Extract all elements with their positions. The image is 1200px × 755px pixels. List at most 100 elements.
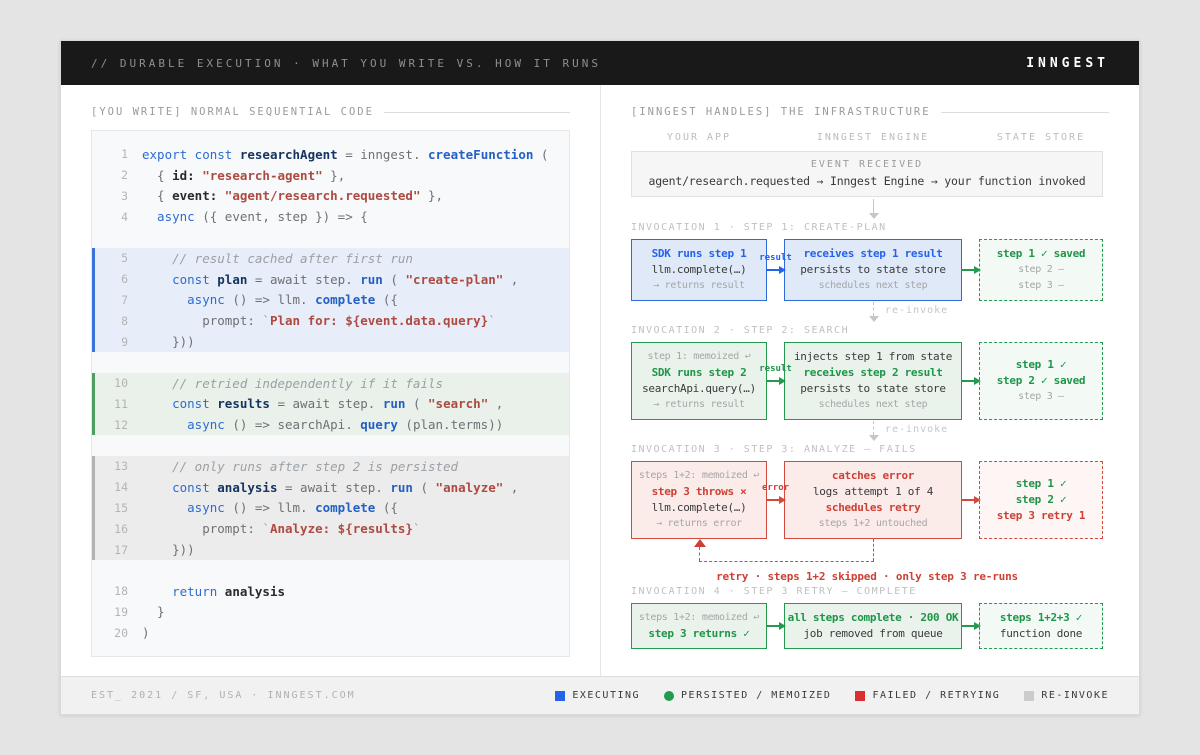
state-box-line: function done <box>982 627 1100 641</box>
app-box: step 1: memoized ↩ SDK runs step 2 searchA… <box>631 342 767 420</box>
state-box: steps 1+2+3 ✓function done <box>979 603 1103 649</box>
header-subtitle: // DURABLE EXECUTION · WHAT YOU WRITE VS… <box>91 57 601 70</box>
code-token: analysis <box>217 480 277 495</box>
code-token: run <box>353 272 391 287</box>
state-box-line: step 1 ✓ <box>982 358 1100 372</box>
line-number: 10 <box>92 376 128 390</box>
legend-swatch-icon <box>855 691 865 701</box>
engine-box-line: schedules next step <box>787 279 959 293</box>
code-text: async ({ event, step }) => { <box>142 209 368 224</box>
code-token: createFunction <box>420 147 540 162</box>
line-number: 6 <box>92 272 128 286</box>
code-token: // only runs after step 2 is persisted <box>142 459 458 474</box>
code-token: Plan for: ${event.data.query} <box>270 313 488 328</box>
code-token: , <box>503 272 518 287</box>
engine-box-line: persists to state store <box>787 263 959 277</box>
flow-arrow-label: result <box>759 253 792 263</box>
code-token: researchAgent <box>240 147 338 162</box>
invocation-row: SDK runs step 1llm.complete(…)→ returns … <box>631 239 1103 301</box>
app-box-line: step 1: memoized ↩ <box>634 350 764 364</box>
code-line <box>92 227 569 248</box>
inngest-logo: INNGEST <box>1026 56 1109 71</box>
retry-line-up <box>699 547 700 561</box>
code-token: analysis <box>225 584 285 599</box>
code-token: "agent/research.requested" <box>225 188 421 203</box>
code-token: ( <box>390 272 405 287</box>
code-token: const <box>142 396 217 411</box>
code-token: ( <box>541 147 549 162</box>
engine-box: injects step 1 from statereceives step 2… <box>784 342 962 420</box>
event-box: EVENT RECEIVED agent/research.requested … <box>631 151 1103 197</box>
code-token: = inngest. <box>338 147 421 162</box>
app-box: SDK runs step 1llm.complete(…)→ returns … <box>631 239 767 301</box>
code-token: () => llm. <box>232 500 307 515</box>
code-token: { <box>142 168 172 183</box>
code-text: })) <box>142 542 195 557</box>
code-token: // retried independently if it fails <box>142 376 443 391</box>
invocation-row: step 1: memoized ↩ SDK runs step 2 searchA… <box>631 342 1103 420</box>
footer: EST_ 2021 / SF, USA · INNGEST.COM EXECUT… <box>61 676 1139 714</box>
code-text: return analysis <box>142 584 285 599</box>
code-token: async <box>142 500 232 515</box>
code-token: ` <box>488 313 496 328</box>
engine-box-line: receives step 1 result <box>787 247 959 261</box>
column-state-store: STATE STORE <box>979 132 1103 143</box>
engine-box-line: job removed from queue <box>787 627 959 641</box>
line-number: 14 <box>92 480 128 494</box>
poster-card: // DURABLE EXECUTION · WHAT YOU WRITE VS… <box>60 40 1140 715</box>
app-box-line: step 3 throws × <box>634 485 764 499</box>
line-number: 18 <box>92 584 128 598</box>
code-text: const plan = await step. run ( "create-p… <box>142 272 518 287</box>
line-number: 5 <box>92 251 128 265</box>
code-token: } <box>142 604 165 619</box>
engine-box-line: catches error <box>787 469 959 483</box>
code-text: const analysis = await step. run ( "anal… <box>142 480 518 495</box>
code-token: "search" <box>428 396 488 411</box>
retry-line-across <box>699 561 874 562</box>
code-block: 1export const researchAgent = inngest. c… <box>92 144 569 643</box>
app-box-line: searchApi.query(…) <box>634 382 764 396</box>
code-token: return <box>142 584 225 599</box>
code-line: 8 prompt: `Plan for: ${event.data.query}… <box>92 310 569 331</box>
app-box-line: SDK runs step 2 <box>634 366 764 380</box>
code-line: 16 prompt: `Analyze: ${results}` <box>92 518 569 539</box>
invocation-label: INVOCATION 3 · STEP 3: ANALYZE — FAILS <box>631 444 1109 455</box>
legend-item: PERSISTED / MEMOIZED <box>664 690 831 701</box>
invocation-row: steps 1+2: memoized ↩step 3 throws ×llm.… <box>631 461 1103 539</box>
arrow-head-icon <box>869 316 879 322</box>
code-token: = await step. <box>247 272 352 287</box>
engine-box: all steps complete · 200 OK job removed f… <box>784 603 962 649</box>
legend-swatch-icon <box>664 691 674 701</box>
code-text: async () => searchApi. query (plan.terms… <box>142 417 503 432</box>
code-line: 17 })) <box>92 539 569 560</box>
column-inngest-engine: INNGEST ENGINE <box>784 132 962 143</box>
flow-arrow <box>962 461 979 539</box>
app-box: steps 1+2: memoized ↩step 3 returns ✓ <box>631 603 767 649</box>
code-token: Analyze: ${results} <box>270 521 413 536</box>
code-token: ({ <box>383 500 398 515</box>
column-headers: YOUR APP INNGEST ENGINE STATE STORE <box>631 132 1103 143</box>
legend-item: EXECUTING <box>555 690 640 701</box>
engine-box-line: all steps complete · 200 OK <box>787 611 959 625</box>
code-token: run <box>375 396 413 411</box>
code-token: = await step. <box>277 480 382 495</box>
right-panel-title: [INNGEST HANDLES] THE INFRASTRUCTURE <box>631 106 1109 118</box>
code-line <box>92 560 569 581</box>
code-token: export const <box>142 147 240 162</box>
code-token: const <box>142 272 217 287</box>
line-number: 11 <box>92 397 128 411</box>
legend-swatch-icon <box>555 691 565 701</box>
line-number: 13 <box>92 459 128 473</box>
engine-box-line: steps 1+2 untouched <box>787 517 959 531</box>
arrow-head-icon <box>974 266 981 274</box>
title-rule <box>941 112 1109 113</box>
right-panel-title-text: [INNGEST HANDLES] THE INFRASTRUCTURE <box>631 106 931 118</box>
arrow-head-icon <box>779 266 786 274</box>
flow-arrow <box>962 603 979 649</box>
code-token: id: <box>172 168 202 183</box>
code-panel: 1export const researchAgent = inngest. c… <box>91 130 570 657</box>
code-token: (plan.terms)) <box>405 417 503 432</box>
code-token: event: <box>172 188 225 203</box>
flow-arrow <box>767 603 784 649</box>
code-token: const <box>142 480 217 495</box>
